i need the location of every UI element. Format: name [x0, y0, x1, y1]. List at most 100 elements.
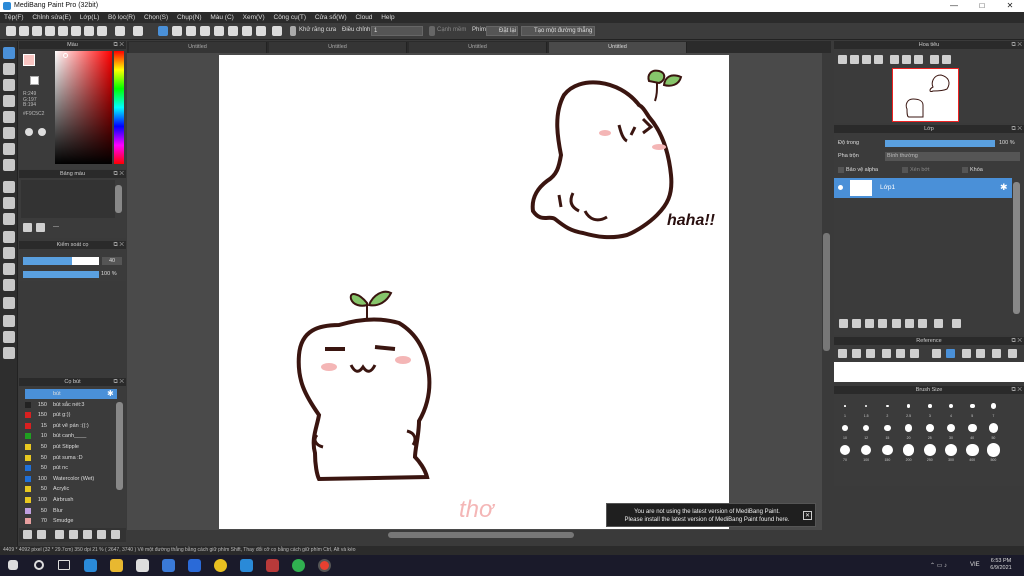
brush-size-option[interactable]	[840, 445, 850, 455]
primary-color-swatch[interactable]	[23, 54, 35, 66]
brush-list-item[interactable]: 50 Acrylic	[25, 484, 117, 494]
reference-zoom-in-icon[interactable]	[882, 349, 891, 358]
rotate-left-icon[interactable]	[890, 55, 899, 64]
actual-size-icon[interactable]	[874, 55, 883, 64]
brush-size-option[interactable]	[990, 403, 996, 409]
reference-rotate-icon[interactable]	[976, 349, 985, 358]
brush-delete-icon[interactable]	[111, 530, 120, 539]
reference-fit-icon[interactable]	[910, 349, 919, 358]
secondary-color-swatch[interactable]	[30, 76, 39, 85]
select-eraser-tool-icon[interactable]	[3, 247, 15, 259]
open-file-icon[interactable]	[19, 26, 29, 36]
brush-list-item[interactable]: 100 Airbrush	[25, 495, 117, 505]
panel-close-icon[interactable]: ⧉ ✕	[113, 378, 124, 386]
medibang-taskbar-icon[interactable]	[318, 559, 331, 572]
app-icon-green[interactable]	[292, 559, 305, 572]
brush-list-item[interactable]: bút ✱	[25, 389, 117, 399]
tab-untitled-2[interactable]: Untitled	[269, 42, 407, 53]
menu-filter[interactable]: Bộ lọc(R)	[108, 14, 135, 21]
tab-untitled-3[interactable]: Untitled	[409, 42, 547, 53]
menu-select[interactable]: Chọn(S)	[144, 14, 168, 21]
brush-add-icon[interactable]	[23, 530, 32, 539]
tab-untitled-4[interactable]: Untitled	[549, 42, 687, 53]
panel-close-icon[interactable]: ⧉ ✕	[1011, 386, 1022, 394]
export-icon[interactable]	[58, 26, 68, 36]
new-layer-icon[interactable]	[839, 319, 848, 328]
brush-list-item[interactable]: 150 pút g:))	[25, 410, 117, 420]
shape-tool-icon[interactable]	[3, 79, 15, 91]
divide-tool-icon[interactable]	[3, 263, 15, 275]
circle-snap-icon[interactable]	[228, 26, 238, 36]
reference-hand-icon[interactable]	[946, 349, 955, 358]
protect-alpha-checkbox[interactable]	[838, 167, 844, 173]
menu-color[interactable]: Màu (C)	[210, 14, 233, 21]
panel-close-icon[interactable]: ⧉ ✕	[113, 170, 124, 178]
fill-rect-tool-icon[interactable]	[3, 127, 15, 139]
layer-blend-select[interactable]: Bình thường	[885, 152, 1020, 161]
layer-scrollbar[interactable]	[1013, 182, 1020, 314]
brush-settings-icon[interactable]	[69, 530, 78, 539]
brush-size-option[interactable]	[928, 404, 932, 408]
brush-size-option[interactable]	[842, 425, 848, 431]
brush-list-item[interactable]: 10 bút canh____	[25, 431, 117, 441]
chrome-icon[interactable]	[214, 559, 227, 572]
reference-close-icon[interactable]	[866, 349, 875, 358]
brush-size-value[interactable]: 40	[102, 257, 122, 265]
brush-opacity-slider[interactable]	[23, 271, 99, 278]
brush-size-option[interactable]	[965, 443, 979, 457]
layer-merge-icon[interactable]	[934, 319, 943, 328]
menu-cloud[interactable]: Cloud	[355, 14, 372, 21]
menu-capture[interactable]: Chụp(N)	[177, 14, 202, 21]
move-tool-icon[interactable]	[3, 111, 15, 123]
new-file-icon[interactable]	[6, 26, 16, 36]
share-icon[interactable]	[71, 26, 81, 36]
file-explorer-icon[interactable]	[110, 559, 123, 572]
cancel-button[interactable]: Đặt lại	[486, 26, 518, 36]
mail-icon[interactable]	[188, 559, 201, 572]
flip-icon[interactable]	[930, 55, 939, 64]
brush-list-scrollbar[interactable]	[116, 402, 123, 490]
snap-off-icon[interactable]	[158, 26, 168, 36]
notification-close-button[interactable]: ✕	[803, 511, 812, 520]
brush-size-option[interactable]	[904, 424, 913, 432]
fit-screen-icon[interactable]	[862, 55, 871, 64]
new-8bit-layer-icon[interactable]	[865, 319, 874, 328]
brush-list-item[interactable]: 150 bút sắc nét:3	[25, 400, 117, 410]
hue-slider[interactable]	[114, 51, 124, 164]
rotate-reset-icon[interactable]	[902, 55, 911, 64]
brush-size-option[interactable]	[923, 444, 936, 456]
zalo-icon[interactable]	[240, 559, 253, 572]
brush-settings-gear-icon[interactable]: ✱	[107, 389, 114, 399]
tray-icons[interactable]: ⌃ ▭ ♪	[930, 562, 947, 569]
brush-size-option[interactable]	[969, 403, 975, 409]
reference-rotate-left-icon[interactable]	[962, 349, 971, 358]
windows-start-icon[interactable]	[8, 560, 18, 570]
brush-size-option[interactable]	[944, 443, 958, 457]
clock[interactable]: 6:53 PM 6/9/2021	[986, 558, 1016, 572]
menu-layer[interactable]: Lớp(L)	[80, 14, 99, 21]
brush-size-option[interactable]	[948, 403, 954, 409]
zoom-in-icon[interactable]	[838, 55, 847, 64]
reference-settings-icon[interactable]	[1008, 349, 1017, 358]
zoom-hand-tool-icon[interactable]	[3, 347, 15, 359]
brush-size-option[interactable]	[865, 404, 868, 407]
brush-list-item[interactable]: 50 pút suma :D	[25, 453, 117, 463]
dot-tool-icon[interactable]	[3, 95, 15, 107]
layer-delete-icon[interactable]	[952, 319, 961, 328]
lock-checkbox[interactable]	[962, 167, 968, 173]
store-icon[interactable]	[136, 559, 149, 572]
operation-tool-icon[interactable]	[3, 297, 15, 309]
panel-close-icon[interactable]: ⧉ ✕	[113, 241, 124, 249]
save-icon[interactable]	[32, 26, 42, 36]
menu-edit[interactable]: Chỉnh sửa(E)	[32, 14, 71, 21]
clipping-checkbox[interactable]	[902, 167, 908, 173]
palette-mode-icon[interactable]	[25, 128, 33, 136]
reference-zoom-out-icon[interactable]	[896, 349, 905, 358]
brush-tool-icon[interactable]	[3, 47, 15, 59]
brush-list-item[interactable]: 50 pút Stipple	[25, 442, 117, 452]
eyedropper-tool-icon[interactable]	[3, 315, 15, 327]
edge-checkbox[interactable]	[429, 26, 435, 36]
layer-folder-icon[interactable]	[892, 319, 901, 328]
eraser-tool-icon[interactable]	[3, 63, 15, 75]
grid-icon[interactable]	[84, 26, 94, 36]
